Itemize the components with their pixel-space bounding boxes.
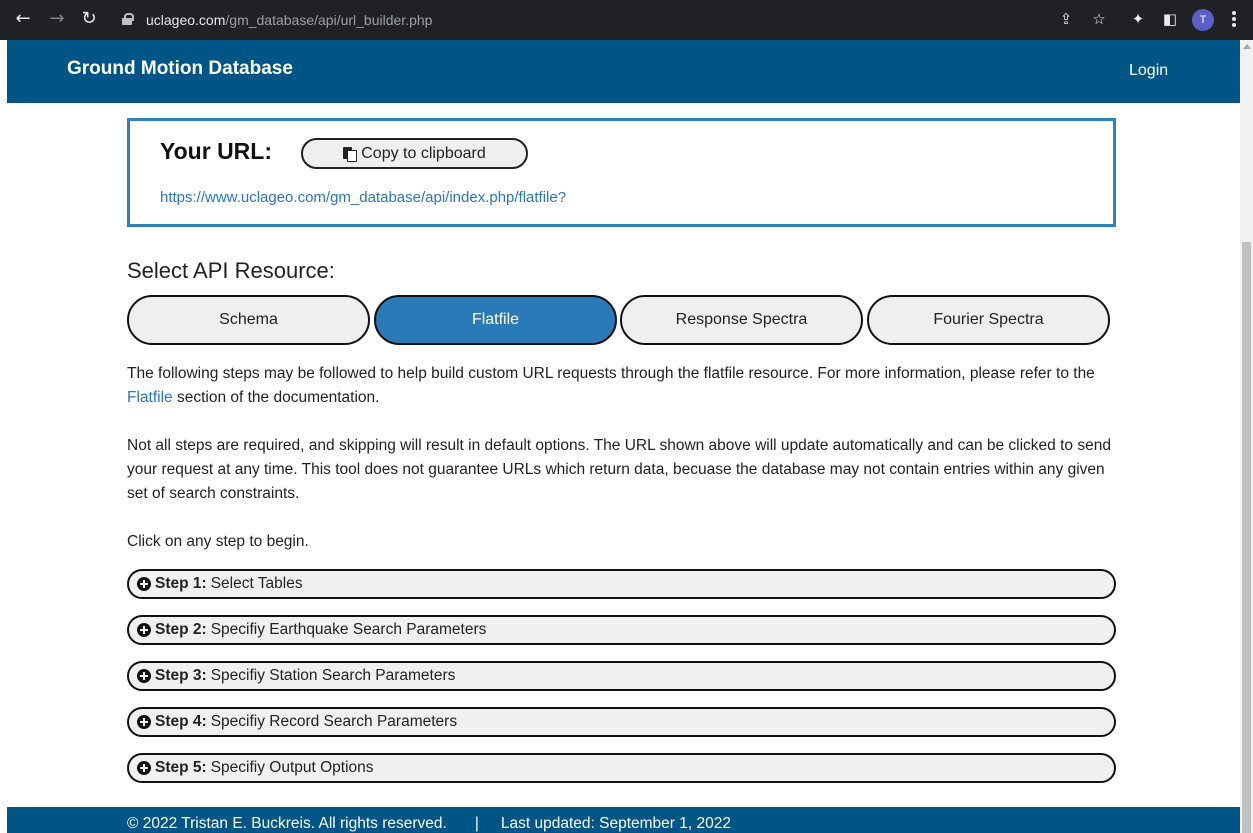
resource-flatfile-button[interactable]: Flatfile — [374, 295, 617, 345]
extensions-puzzle-icon[interactable]: ✦ — [1128, 9, 1148, 29]
intro-text-before: The following steps may be followed to h… — [127, 365, 1095, 382]
select-resource-heading: Select API Resource: — [127, 258, 335, 283]
address-url[interactable]: uclageo.com/gm_database/api/url_builder.… — [146, 11, 432, 29]
address-bar[interactable]: uclageo.com/gm_database/api/url_builder.… — [113, 6, 1108, 34]
site-brand[interactable]: Ground Motion Database — [67, 58, 293, 80]
browser-toolbar: ← → ↻ uclageo.com/gm_database/api/url_bu… — [0, 0, 1253, 40]
login-link[interactable]: Login — [1129, 62, 1168, 80]
step-label: Specifiy Earthquake Search Parameters — [210, 621, 487, 638]
bookmark-star-icon[interactable]: ☆ — [1089, 9, 1109, 29]
clipboard-icon — [343, 146, 358, 162]
copy-to-clipboard-button[interactable]: Copy to clipboard — [301, 138, 528, 169]
flatfile-doc-link[interactable]: Flatfile — [127, 389, 173, 406]
resource-fourier-spectra-button[interactable]: Fourier Spectra — [867, 295, 1110, 345]
plus-circle-icon — [137, 623, 151, 637]
side-panel-icon[interactable]: ◧ — [1160, 9, 1180, 29]
lock-icon — [122, 13, 134, 25]
scroll-thumb[interactable] — [1242, 242, 1251, 833]
intro-paragraph: The following steps may be followed to h… — [127, 362, 1117, 410]
step-number: Step 2: — [155, 621, 207, 638]
step-number: Step 3: — [155, 667, 207, 684]
footer-last-updated: Last updated: September 1, 2022 — [500, 815, 731, 832]
resource-response-spectra-button[interactable]: Response Spectra — [620, 295, 863, 345]
step-number: Step 5: — [155, 759, 207, 776]
back-arrow-icon[interactable]: ← — [12, 8, 34, 30]
more-menu-icon[interactable] — [1226, 10, 1242, 30]
generated-url-link[interactable]: https://www.uclageo.com/gm_database/api/… — [160, 189, 566, 206]
scroll-up-arrow-icon[interactable] — [1243, 44, 1251, 49]
step-4-toggle[interactable]: Step 4: Specifiy Record Search Parameter… — [127, 707, 1116, 737]
step-1-toggle[interactable]: Step 1: Select Tables — [127, 569, 1116, 599]
address-host: uclageo.com — [146, 12, 226, 28]
site-footer: © 2022 Tristan E. Buckreis. All rights r… — [7, 807, 1240, 833]
step-3-toggle[interactable]: Step 3: Specifiy Station Search Paramete… — [127, 661, 1116, 691]
url-panel: Your URL: Copy to clipboard https://www.… — [127, 118, 1116, 227]
forward-arrow-icon[interactable]: → — [46, 8, 68, 30]
footer-copyright: © 2022 Tristan E. Buckreis. All rights r… — [127, 815, 447, 832]
footer-text: © 2022 Tristan E. Buckreis. All rights r… — [127, 815, 731, 833]
your-url-label: Your URL: — [160, 138, 273, 164]
site-header: Ground Motion Database Login — [7, 40, 1240, 103]
begin-hint: Click on any step to begin. — [127, 533, 309, 550]
step-label: Specifiy Record Search Parameters — [210, 713, 458, 730]
footer-separator: | — [474, 815, 479, 832]
intro-text-after: section of the documentation. — [172, 389, 380, 406]
step-label: Specifiy Output Options — [210, 759, 374, 776]
profile-avatar[interactable]: T — [1192, 9, 1214, 31]
copy-button-label: Copy to clipboard — [361, 144, 486, 162]
resource-schema-button[interactable]: Schema — [127, 295, 370, 345]
step-5-toggle[interactable]: Step 5: Specifiy Output Options — [127, 753, 1116, 783]
step-number: Step 4: — [155, 713, 207, 730]
step-label: Specifiy Station Search Parameters — [210, 667, 456, 684]
step-label: Select Tables — [210, 575, 303, 592]
plus-circle-icon — [137, 669, 151, 683]
reload-icon[interactable]: ↻ — [78, 8, 100, 30]
address-path: /gm_database/api/url_builder.php — [225, 12, 433, 28]
plus-circle-icon — [137, 761, 151, 775]
step-number: Step 1: — [155, 575, 207, 592]
plus-circle-icon — [137, 577, 151, 591]
page-scrollbar[interactable] — [1240, 40, 1253, 833]
plus-circle-icon — [137, 715, 151, 729]
instructions-paragraph: Not all steps are required, and skipping… — [127, 437, 1111, 502]
share-icon[interactable]: ⇪ — [1056, 9, 1076, 29]
step-2-toggle[interactable]: Step 2: Specifiy Earthquake Search Param… — [127, 615, 1116, 645]
